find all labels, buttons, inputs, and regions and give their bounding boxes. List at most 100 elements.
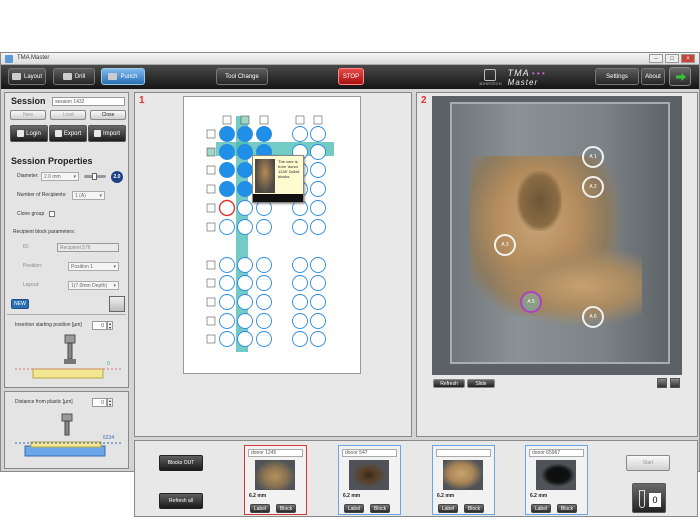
- row-header-icon[interactable]: [206, 147, 216, 157]
- empty-core[interactable]: [219, 313, 235, 329]
- filled-core[interactable]: [219, 144, 235, 160]
- core-marker[interactable]: A 5: [520, 291, 542, 313]
- filled-core[interactable]: [219, 126, 235, 142]
- donor-block-button[interactable]: Block: [276, 504, 296, 513]
- empty-core[interactable]: [310, 275, 326, 291]
- filled-core[interactable]: [219, 162, 235, 178]
- core-marker[interactable]: A 6: [582, 306, 604, 328]
- recipients-select[interactable]: 1 (A): [72, 191, 105, 200]
- donor-name-field[interactable]: donor 65967: [529, 449, 584, 457]
- core-marker[interactable]: A 3: [494, 234, 516, 256]
- empty-core[interactable]: [219, 257, 235, 273]
- filled-core[interactable]: [237, 181, 253, 197]
- column-header-icon[interactable]: [313, 115, 323, 125]
- layout-preview-icon[interactable]: [109, 296, 125, 312]
- camera-icon[interactable]: [670, 378, 680, 388]
- row-header-icon[interactable]: [206, 278, 216, 288]
- empty-core[interactable]: [237, 257, 253, 273]
- login-button[interactable]: Login: [10, 125, 48, 142]
- donor-label-button[interactable]: Label: [250, 504, 270, 513]
- empty-core[interactable]: [292, 275, 308, 291]
- filled-core[interactable]: [237, 144, 253, 160]
- diameter-select[interactable]: 2.0 mm: [41, 172, 79, 181]
- export-button[interactable]: Export: [49, 125, 87, 142]
- diameter-slider-thumb[interactable]: [92, 173, 97, 180]
- empty-core[interactable]: [219, 275, 235, 291]
- minimize-button[interactable]: –: [649, 54, 663, 63]
- donor-label-button[interactable]: Label: [344, 504, 364, 513]
- info-button[interactable]: NEW: [11, 299, 29, 309]
- row-header-icon[interactable]: [206, 203, 216, 213]
- empty-core[interactable]: [292, 219, 308, 235]
- donor-block-button[interactable]: Block: [557, 504, 577, 513]
- empty-core[interactable]: [256, 331, 272, 347]
- empty-core[interactable]: [256, 257, 272, 273]
- empty-core[interactable]: [219, 219, 235, 235]
- empty-core[interactable]: [237, 331, 253, 347]
- position-select[interactable]: Position 1: [68, 262, 119, 271]
- blocks-out-button[interactable]: Blocks OUT: [159, 455, 203, 471]
- filled-core[interactable]: [219, 181, 235, 197]
- row-header-icon[interactable]: [206, 165, 216, 175]
- new-session-button[interactable]: New: [10, 110, 46, 120]
- error-core[interactable]: [218, 199, 236, 217]
- close-session-button[interactable]: Close: [90, 110, 126, 120]
- distance-spinner[interactable]: ▴ ▾: [107, 398, 113, 407]
- column-header-icon[interactable]: [222, 115, 232, 125]
- empty-core[interactable]: [310, 181, 326, 197]
- row-header-icon[interactable]: [206, 184, 216, 194]
- empty-core[interactable]: [310, 144, 326, 160]
- maximize-button[interactable]: □: [665, 54, 679, 63]
- import-button[interactable]: Import: [88, 125, 126, 142]
- empty-core[interactable]: [237, 275, 253, 291]
- empty-core[interactable]: [256, 294, 272, 310]
- empty-core[interactable]: [292, 294, 308, 310]
- filled-core[interactable]: [256, 126, 272, 142]
- row-header-icon[interactable]: [206, 334, 216, 344]
- empty-core[interactable]: [310, 219, 326, 235]
- empty-core[interactable]: [256, 313, 272, 329]
- empty-core[interactable]: [237, 200, 253, 216]
- filled-core[interactable]: [237, 162, 253, 178]
- row-header-icon[interactable]: [206, 297, 216, 307]
- column-header-icon[interactable]: [259, 115, 269, 125]
- empty-core[interactable]: [310, 294, 326, 310]
- diameter-slider[interactable]: [84, 173, 106, 180]
- layout-button[interactable]: Layout: [8, 68, 46, 85]
- empty-core[interactable]: [219, 294, 235, 310]
- row-header-icon[interactable]: [206, 316, 216, 326]
- column-header-icon[interactable]: [240, 115, 250, 125]
- empty-core[interactable]: [310, 162, 326, 178]
- empty-core[interactable]: [310, 200, 326, 216]
- row-header-icon[interactable]: [206, 260, 216, 270]
- slide-button[interactable]: Slide: [467, 379, 495, 388]
- close-window-button[interactable]: ×: [681, 54, 695, 63]
- filled-core[interactable]: [237, 126, 253, 142]
- clone-group-checkbox[interactable]: [49, 211, 55, 217]
- empty-core[interactable]: [237, 294, 253, 310]
- layout-select[interactable]: 1(7.0mm Depth): [68, 281, 119, 290]
- load-session-button[interactable]: Load: [50, 110, 86, 120]
- empty-core[interactable]: [292, 126, 308, 142]
- empty-core[interactable]: [256, 219, 272, 235]
- empty-core[interactable]: [219, 331, 235, 347]
- donor-block-button[interactable]: Block: [464, 504, 484, 513]
- empty-core[interactable]: [256, 275, 272, 291]
- empty-core[interactable]: [292, 313, 308, 329]
- donor-card[interactable]: donor 1245 6.2 mm Label Block: [244, 445, 307, 515]
- camera-refresh-button[interactable]: Refresh: [433, 379, 465, 388]
- empty-core[interactable]: [292, 331, 308, 347]
- empty-core[interactable]: [292, 257, 308, 273]
- drill-button[interactable]: Drill: [53, 68, 95, 85]
- empty-core[interactable]: [310, 313, 326, 329]
- core-marker[interactable]: A 1: [582, 146, 604, 168]
- row-header-icon[interactable]: [206, 129, 216, 139]
- punch-button[interactable]: Punch: [101, 68, 145, 85]
- empty-core[interactable]: [310, 126, 326, 142]
- core-marker[interactable]: A 2: [582, 176, 604, 198]
- about-button[interactable]: About: [641, 68, 665, 85]
- insertion-spinner[interactable]: ▴ ▾: [107, 321, 113, 330]
- recipient-id-field[interactable]: Recipient 576: [57, 243, 119, 252]
- donor-block-button[interactable]: Block: [370, 504, 390, 513]
- donor-label-button[interactable]: Label: [531, 504, 551, 513]
